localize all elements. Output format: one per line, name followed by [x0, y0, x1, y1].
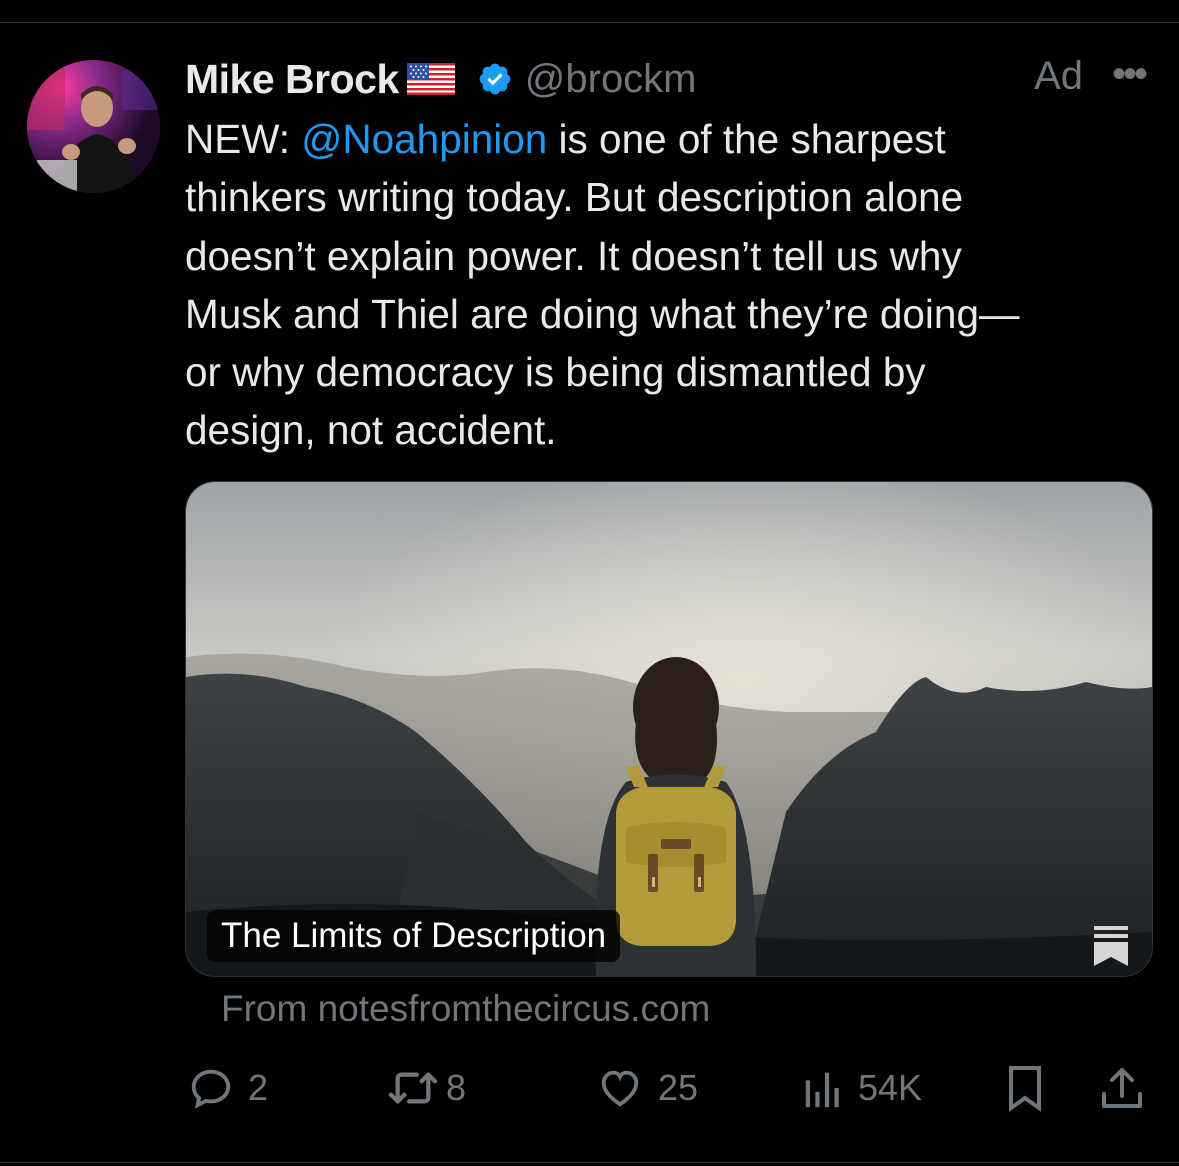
like-button[interactable]: 25 — [596, 1060, 698, 1116]
us-flag-icon — [406, 63, 455, 95]
top-divider — [0, 22, 1179, 23]
ad-label: Ad — [1034, 54, 1083, 98]
mention-link[interactable]: @Noahpinion — [301, 116, 547, 162]
link-card[interactable]: The Limits of Description — [185, 481, 1153, 977]
tweet-body: is one of the sharpest thinkers writing … — [185, 116, 1020, 454]
article-bookmark-icon — [1092, 924, 1130, 968]
tweet-header: Mike Brock @brockm Ad ••• — [185, 52, 1155, 106]
author-handle[interactable]: @brockm — [525, 57, 697, 102]
repost-icon — [386, 1065, 440, 1111]
verified-badge-icon[interactable] — [477, 61, 513, 97]
card-source[interactable]: From notesfromthecircus.com — [221, 988, 710, 1030]
avatar[interactable] — [27, 60, 160, 193]
views-button[interactable]: 54K — [802, 1060, 922, 1116]
reply-count: 2 — [248, 1067, 269, 1108]
tweet-text: NEW: @Noahpinion is one of the sharpest … — [185, 110, 1145, 460]
card-title: The Limits of Description — [207, 910, 621, 962]
share-icon — [1100, 1064, 1144, 1112]
repost-count: 8 — [446, 1067, 467, 1108]
author-name[interactable]: Mike Brock — [185, 56, 399, 103]
like-count: 25 — [658, 1067, 699, 1108]
card-image — [186, 482, 1152, 976]
bookmark-button[interactable] — [1005, 1060, 1045, 1116]
reply-button[interactable]: 2 — [188, 1060, 268, 1116]
repost-button[interactable]: 8 — [386, 1060, 466, 1116]
action-bar: 2 8 25 54K — [0, 1060, 1179, 1116]
share-button[interactable] — [1100, 1060, 1144, 1116]
tweet-prefix: NEW: — [185, 116, 302, 162]
reply-icon — [188, 1065, 234, 1111]
views-count: 54K — [858, 1067, 923, 1108]
heart-icon — [596, 1065, 644, 1111]
more-options-icon[interactable]: ••• — [1112, 52, 1148, 97]
views-icon — [802, 1065, 844, 1111]
bottom-divider — [0, 1162, 1179, 1163]
bookmark-icon — [1005, 1064, 1045, 1112]
